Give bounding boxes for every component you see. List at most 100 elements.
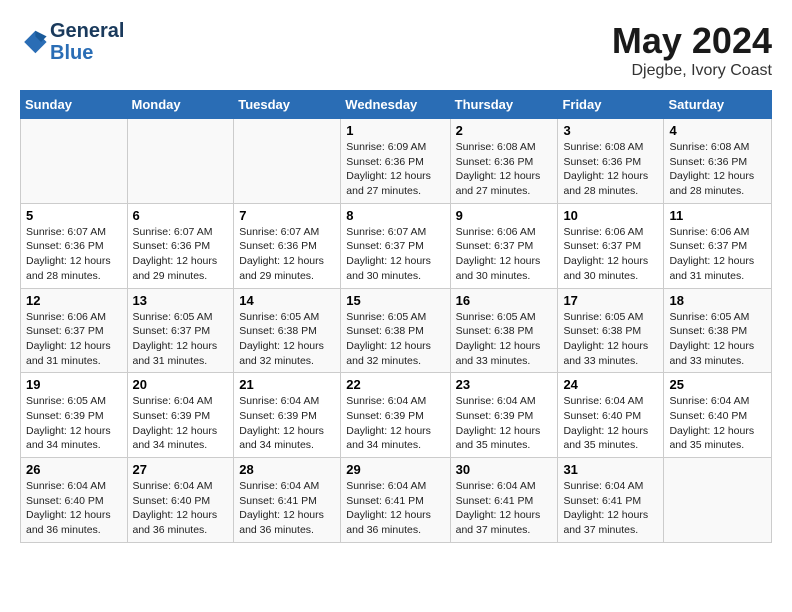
day-number: 15 (346, 293, 444, 308)
day-info: Sunrise: 6:05 AM Sunset: 6:38 PM Dayligh… (456, 310, 553, 369)
day-number: 11 (669, 208, 766, 223)
calendar-cell: 22Sunrise: 6:04 AM Sunset: 6:39 PM Dayli… (341, 373, 450, 458)
calendar-cell: 13 Sunrise: 6:05 AM Sunset: 6:37 PM Dayli… (127, 288, 234, 373)
day-info: Sunrise: 6:05 AM Sunset: 6:39 PM Dayligh… (26, 394, 122, 453)
day-info: Sunrise: 6:06 AM Sunset: 6:37 PM Dayligh… (563, 225, 658, 284)
calendar-cell: 25 Sunrise: 6:04 AM Sunset: 6:40 PM Dayli… (664, 373, 772, 458)
day-number: 8 (346, 208, 444, 223)
weekday-wednesday: Wednesday (341, 91, 450, 119)
week-row-3: 12 Sunrise: 6:06 AM Sunset: 6:37 PM Dayli… (21, 288, 772, 373)
day-info: Sunrise: 6:04 AM Sunset: 6:41 PM Dayligh… (563, 479, 658, 538)
month-title: May 2024 (612, 20, 772, 62)
day-info: Sunrise: 6:06 AM Sunset: 6:37 PM Dayligh… (26, 310, 122, 369)
day-info: Sunrise: 6:04 AM Sunset: 6:41 PM Dayligh… (346, 479, 444, 538)
day-number: 29 (346, 462, 444, 477)
weekday-tuesday: Tuesday (234, 91, 341, 119)
day-number: 2 (456, 123, 553, 138)
day-info: Sunrise: 6:04 AM Sunset: 6:40 PM Dayligh… (669, 394, 766, 453)
day-info: Sunrise: 6:04 AM Sunset: 6:39 PM Dayligh… (456, 394, 553, 453)
day-info: Sunrise: 6:08 AM Sunset: 6:36 PM Dayligh… (563, 140, 658, 199)
weekday-friday: Friday (558, 91, 664, 119)
calendar-cell: 3 Sunrise: 6:08 AM Sunset: 6:36 PM Daylig… (558, 119, 664, 204)
calendar-cell: 26Sunrise: 6:04 AM Sunset: 6:40 PM Dayli… (21, 458, 128, 543)
day-info: Sunrise: 6:04 AM Sunset: 6:39 PM Dayligh… (239, 394, 335, 453)
calendar-cell: 11 Sunrise: 6:06 AM Sunset: 6:37 PM Dayli… (664, 203, 772, 288)
day-info: Sunrise: 6:07 AM Sunset: 6:37 PM Dayligh… (346, 225, 444, 284)
day-info: Sunrise: 6:05 AM Sunset: 6:38 PM Dayligh… (239, 310, 335, 369)
week-row-4: 19Sunrise: 6:05 AM Sunset: 6:39 PM Dayli… (21, 373, 772, 458)
calendar-table: SundayMondayTuesdayWednesdayThursdayFrid… (20, 90, 772, 543)
day-info: Sunrise: 6:07 AM Sunset: 6:36 PM Dayligh… (26, 225, 122, 284)
calendar-cell (21, 119, 128, 204)
calendar-cell: 17 Sunrise: 6:05 AM Sunset: 6:38 PM Dayli… (558, 288, 664, 373)
day-number: 1 (346, 123, 444, 138)
calendar-cell: 5 Sunrise: 6:07 AM Sunset: 6:36 PM Daylig… (21, 203, 128, 288)
calendar-cell: 6Sunrise: 6:07 AM Sunset: 6:36 PM Daylig… (127, 203, 234, 288)
calendar-cell: 1Sunrise: 6:09 AM Sunset: 6:36 PM Daylig… (341, 119, 450, 204)
day-number: 30 (456, 462, 553, 477)
day-number: 27 (133, 462, 229, 477)
calendar-cell: 23Sunrise: 6:04 AM Sunset: 6:39 PM Dayli… (450, 373, 558, 458)
day-info: Sunrise: 6:04 AM Sunset: 6:41 PM Dayligh… (239, 479, 335, 538)
calendar-body: 1Sunrise: 6:09 AM Sunset: 6:36 PM Daylig… (21, 119, 772, 543)
day-number: 9 (456, 208, 553, 223)
calendar-cell: 2Sunrise: 6:08 AM Sunset: 6:36 PM Daylig… (450, 119, 558, 204)
day-number: 20 (133, 377, 229, 392)
day-info: Sunrise: 6:05 AM Sunset: 6:37 PM Dayligh… (133, 310, 229, 369)
title-area: May 2024 Djegbe, Ivory Coast (612, 20, 772, 80)
week-row-2: 5 Sunrise: 6:07 AM Sunset: 6:36 PM Daylig… (21, 203, 772, 288)
calendar-cell (234, 119, 341, 204)
page-header: General Blue May 2024 Djegbe, Ivory Coas… (20, 20, 772, 80)
day-number: 3 (563, 123, 658, 138)
calendar-cell: 7Sunrise: 6:07 AM Sunset: 6:36 PM Daylig… (234, 203, 341, 288)
calendar-cell: 16 Sunrise: 6:05 AM Sunset: 6:38 PM Dayli… (450, 288, 558, 373)
calendar-cell (127, 119, 234, 204)
day-number: 24 (563, 377, 658, 392)
day-number: 25 (669, 377, 766, 392)
logo-icon (20, 28, 48, 56)
calendar-cell: 29 Sunrise: 6:04 AM Sunset: 6:41 PM Dayli… (341, 458, 450, 543)
day-info: Sunrise: 6:08 AM Sunset: 6:36 PM Dayligh… (669, 140, 766, 199)
day-info: Sunrise: 6:06 AM Sunset: 6:37 PM Dayligh… (456, 225, 553, 284)
calendar-cell: 30 Sunrise: 6:04 AM Sunset: 6:41 PM Dayli… (450, 458, 558, 543)
calendar-cell: 4 Sunrise: 6:08 AM Sunset: 6:36 PM Daylig… (664, 119, 772, 204)
day-info: Sunrise: 6:04 AM Sunset: 6:40 PM Dayligh… (563, 394, 658, 453)
week-row-5: 26Sunrise: 6:04 AM Sunset: 6:40 PM Dayli… (21, 458, 772, 543)
calendar-cell: 14 Sunrise: 6:05 AM Sunset: 6:38 PM Dayli… (234, 288, 341, 373)
calendar-cell: 31 Sunrise: 6:04 AM Sunset: 6:41 PM Dayli… (558, 458, 664, 543)
calendar-cell: 9 Sunrise: 6:06 AM Sunset: 6:37 PM Daylig… (450, 203, 558, 288)
logo-text: General Blue (50, 20, 124, 64)
calendar-cell: 28Sunrise: 6:04 AM Sunset: 6:41 PM Dayli… (234, 458, 341, 543)
day-number: 17 (563, 293, 658, 308)
day-number: 16 (456, 293, 553, 308)
calendar-cell: 18Sunrise: 6:05 AM Sunset: 6:38 PM Dayli… (664, 288, 772, 373)
calendar-cell (664, 458, 772, 543)
day-number: 22 (346, 377, 444, 392)
day-number: 26 (26, 462, 122, 477)
day-number: 31 (563, 462, 658, 477)
calendar-cell: 19Sunrise: 6:05 AM Sunset: 6:39 PM Dayli… (21, 373, 128, 458)
week-row-1: 1Sunrise: 6:09 AM Sunset: 6:36 PM Daylig… (21, 119, 772, 204)
weekday-saturday: Saturday (664, 91, 772, 119)
day-number: 13 (133, 293, 229, 308)
weekday-sunday: Sunday (21, 91, 128, 119)
day-number: 10 (563, 208, 658, 223)
day-info: Sunrise: 6:05 AM Sunset: 6:38 PM Dayligh… (346, 310, 444, 369)
day-number: 14 (239, 293, 335, 308)
day-info: Sunrise: 6:04 AM Sunset: 6:39 PM Dayligh… (133, 394, 229, 453)
calendar-cell: 24 Sunrise: 6:04 AM Sunset: 6:40 PM Dayli… (558, 373, 664, 458)
calendar-cell: 15 Sunrise: 6:05 AM Sunset: 6:38 PM Dayli… (341, 288, 450, 373)
calendar-cell: 8 Sunrise: 6:07 AM Sunset: 6:37 PM Daylig… (341, 203, 450, 288)
day-number: 5 (26, 208, 122, 223)
calendar-cell: 12 Sunrise: 6:06 AM Sunset: 6:37 PM Dayli… (21, 288, 128, 373)
day-info: Sunrise: 6:05 AM Sunset: 6:38 PM Dayligh… (563, 310, 658, 369)
day-info: Sunrise: 6:06 AM Sunset: 6:37 PM Dayligh… (669, 225, 766, 284)
day-number: 18 (669, 293, 766, 308)
calendar-cell: 20 Sunrise: 6:04 AM Sunset: 6:39 PM Dayli… (127, 373, 234, 458)
weekday-header-row: SundayMondayTuesdayWednesdayThursdayFrid… (21, 91, 772, 119)
day-info: Sunrise: 6:04 AM Sunset: 6:41 PM Dayligh… (456, 479, 553, 538)
day-number: 12 (26, 293, 122, 308)
day-number: 4 (669, 123, 766, 138)
location: Djegbe, Ivory Coast (612, 62, 772, 80)
weekday-thursday: Thursday (450, 91, 558, 119)
